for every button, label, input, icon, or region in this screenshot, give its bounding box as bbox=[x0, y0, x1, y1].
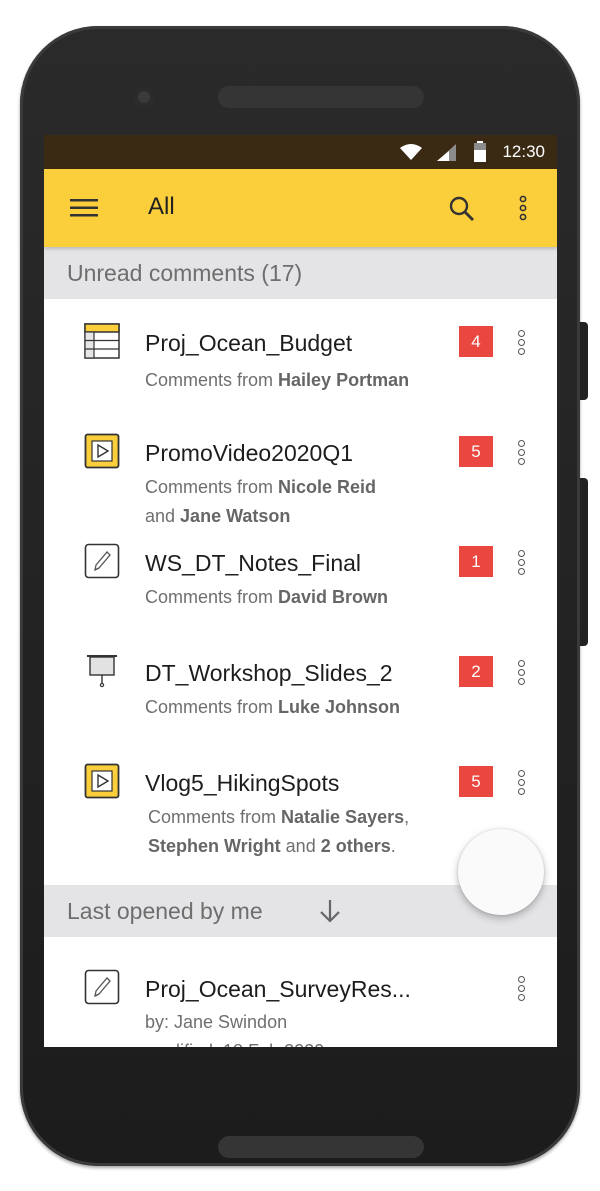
top-speaker bbox=[218, 86, 424, 108]
last-opened-section-title: Last opened by me bbox=[67, 898, 263, 924]
status-bar: 12:30 bbox=[44, 135, 557, 169]
item-more-icon[interactable] bbox=[518, 550, 528, 576]
unread-count-badge: 2 bbox=[459, 656, 493, 687]
item-more-icon[interactable] bbox=[518, 976, 528, 1002]
item-title: WS_DT_Notes_Final bbox=[145, 550, 362, 576]
unread-section-header: Unread comments (17) bbox=[44, 247, 557, 299]
list-item[interactable]: DT_Workshop_Slides_2 Comments from Luke … bbox=[44, 629, 557, 739]
item-title: PromoVideo2020Q1 bbox=[145, 440, 353, 466]
unread-count-badge: 1 bbox=[459, 546, 493, 577]
hamburger-menu-icon[interactable] bbox=[70, 198, 98, 218]
commenter-name: Hailey Portman bbox=[278, 370, 410, 390]
notes-icon bbox=[84, 969, 120, 1005]
item-modified: modified: 18 Feb 2020 me bbox=[145, 1037, 465, 1047]
unread-count-badge: 5 bbox=[459, 766, 493, 797]
comments-from-label: Comments from bbox=[148, 807, 282, 827]
status-time: 12:30 bbox=[502, 142, 545, 161]
item-title: Proj_Ocean_SurveyRes... bbox=[145, 976, 411, 1002]
commenter-name: David Brown bbox=[278, 587, 389, 607]
presentation-icon bbox=[87, 655, 117, 688]
comments-from-label: Comments from bbox=[145, 370, 279, 390]
item-subtitle: Comments from Luke Johnson bbox=[145, 693, 465, 722]
video-icon bbox=[84, 763, 120, 799]
list-item[interactable]: Proj_Ocean_Budget Comments from Hailey P… bbox=[44, 299, 557, 409]
connector-text: and bbox=[280, 836, 321, 856]
comments-from-label: Comments from bbox=[145, 587, 279, 607]
list-item[interactable]: PromoVideo2020Q1 Comments from Nicole Re… bbox=[44, 409, 557, 526]
volume-button bbox=[580, 322, 588, 400]
item-subtitle: Comments from David Brown bbox=[145, 583, 465, 612]
item-title: Proj_Ocean_Budget bbox=[145, 330, 353, 356]
comments-from-label: Comments from bbox=[145, 477, 279, 497]
others-count: 2 others bbox=[320, 836, 391, 856]
floating-action-button[interactable] bbox=[458, 829, 544, 915]
commenter-name: Natalie Sayers bbox=[281, 807, 405, 827]
signal-icon bbox=[437, 144, 456, 161]
power-button bbox=[580, 478, 588, 646]
item-title: DT_Workshop_Slides_2 bbox=[145, 660, 393, 686]
commenter-name: Nicole Reid bbox=[278, 477, 377, 497]
unread-section-title: Unread comments (17) bbox=[67, 260, 303, 286]
app-bar-title[interactable]: All bbox=[148, 193, 175, 221]
video-icon bbox=[84, 433, 120, 469]
commenter-name: Stephen Wright bbox=[148, 836, 281, 856]
item-more-icon[interactable] bbox=[518, 330, 528, 356]
item-more-icon[interactable] bbox=[518, 770, 528, 796]
item-subtitle: Comments from Hailey Portman bbox=[145, 366, 465, 395]
item-byline: by: Jane Swindon bbox=[145, 1012, 288, 1032]
arrow-down-icon[interactable] bbox=[319, 899, 341, 923]
search-icon[interactable] bbox=[449, 196, 475, 222]
battery-icon bbox=[474, 141, 486, 162]
separator-text: , bbox=[404, 807, 410, 827]
overflow-menu-icon[interactable] bbox=[518, 195, 528, 221]
list-item[interactable]: WS_DT_Notes_Final Comments from David Br… bbox=[44, 519, 557, 629]
item-subtitle: Comments from Natalie Sayers, Stephen Wr… bbox=[148, 803, 448, 861]
item-more-icon[interactable] bbox=[518, 660, 528, 686]
camera-icon bbox=[134, 87, 154, 107]
end-punctuation: . bbox=[390, 836, 396, 856]
list-item[interactable]: Proj_Ocean_SurveyRes... by: Jane Swindon… bbox=[44, 937, 557, 1047]
bottom-speaker bbox=[218, 1136, 424, 1158]
item-more-icon[interactable] bbox=[518, 440, 528, 466]
screen: 12:30 All Unread comments (17) Proj_Ocea… bbox=[44, 135, 557, 1047]
commenter-name: Luke Johnson bbox=[278, 697, 401, 717]
app-bar: All bbox=[44, 169, 557, 247]
wifi-icon bbox=[400, 144, 422, 160]
notes-icon bbox=[84, 543, 120, 579]
item-title: Vlog5_HikingSpots bbox=[145, 770, 340, 796]
unread-count-badge: 5 bbox=[459, 436, 493, 467]
spreadsheet-icon bbox=[84, 323, 120, 359]
unread-count-badge: 4 bbox=[459, 326, 493, 357]
comments-from-label: Comments from bbox=[145, 697, 279, 717]
